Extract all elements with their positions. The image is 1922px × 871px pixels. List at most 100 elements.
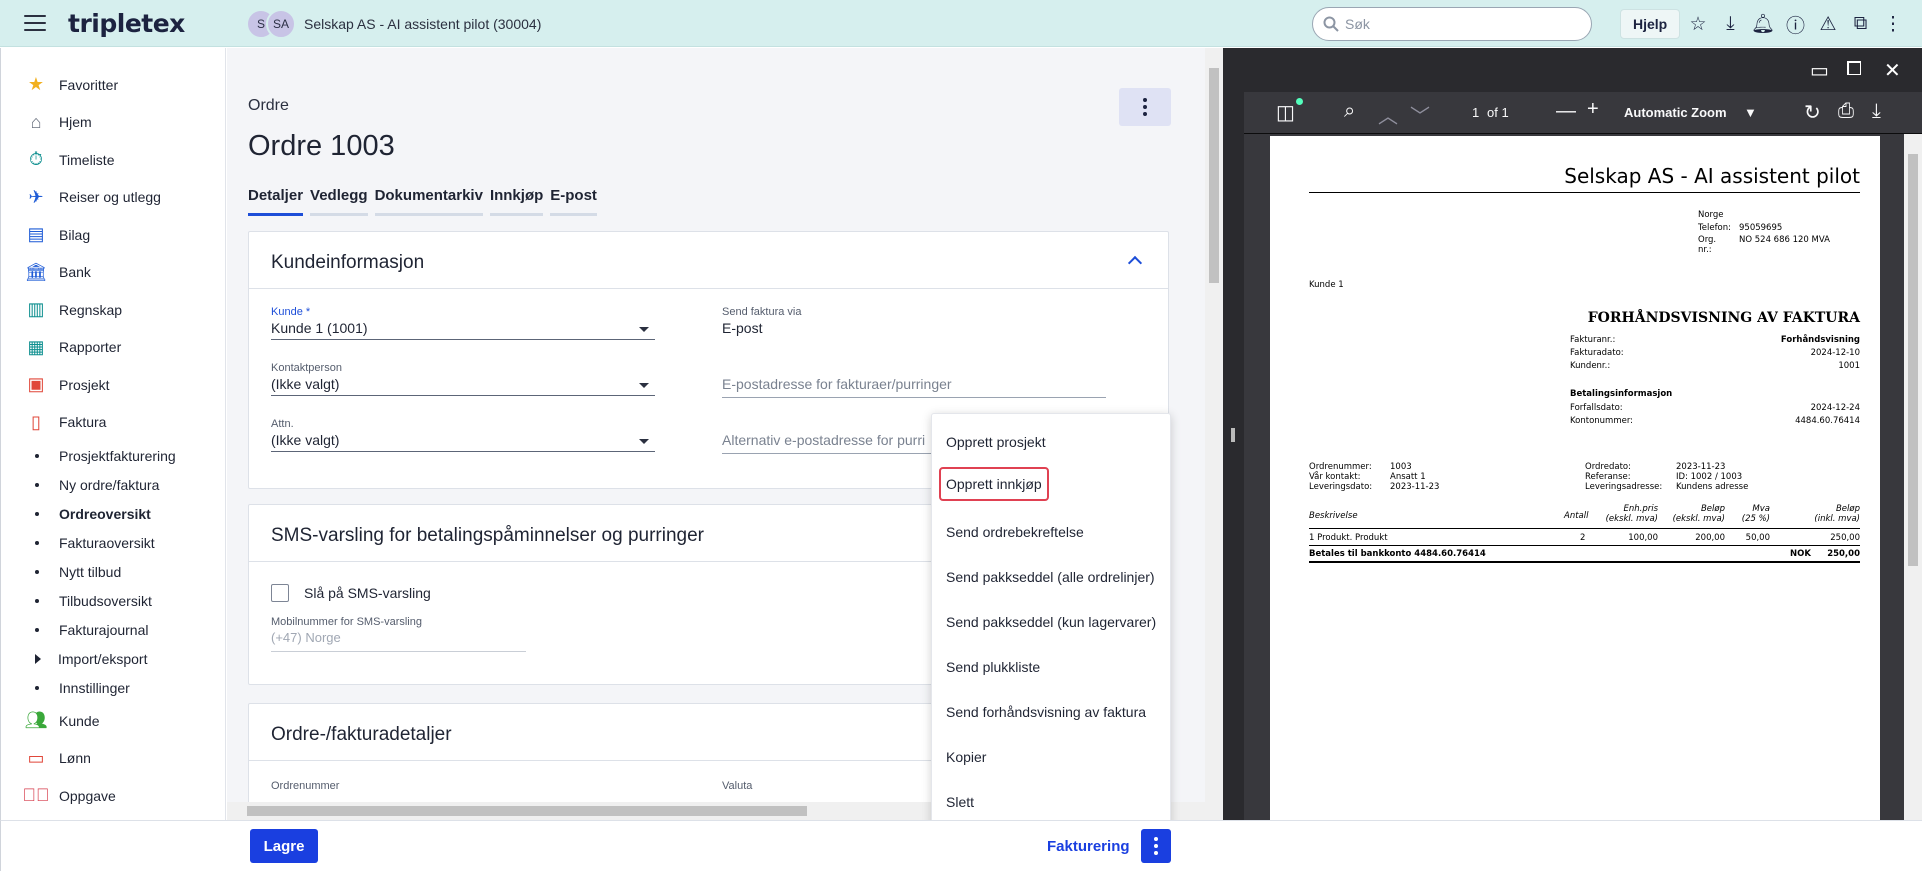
sidebar-subitem-ny-ordre[interactable]: Ny ordre/faktura bbox=[1, 470, 225, 499]
chevron-down-icon[interactable]: ﹀ bbox=[1410, 100, 1430, 129]
minimize-pane-icon[interactable]: ▭ bbox=[1810, 58, 1829, 83]
sidebar-item-label: Faktura bbox=[59, 414, 107, 431]
sidebar-subitem-ordreoversikt[interactable]: Ordreoversikt bbox=[1, 499, 225, 528]
sidebar-item-label: Fakturajournal bbox=[59, 621, 149, 638]
zoom-out-icon[interactable]: — bbox=[1556, 100, 1576, 123]
sidebar-subitem-import-eksport[interactable]: Import/eksport bbox=[1, 644, 225, 673]
menu-item-send-forhandsvisning[interactable]: Send forhåndsvisning av faktura bbox=[946, 704, 1146, 720]
sms-checkbox[interactable] bbox=[271, 584, 289, 602]
menu-item-opprett-innkjop[interactable]: Opprett innkjøp bbox=[939, 467, 1049, 501]
alt-email-field[interactable]: Alternativ e-postadresse for purri bbox=[722, 432, 962, 454]
actions-more-button[interactable] bbox=[1119, 88, 1171, 126]
search-box[interactable] bbox=[1312, 7, 1592, 41]
email-field[interactable]: E-postadresse for fakturaer/purringer bbox=[722, 376, 1106, 398]
page-number-input[interactable]: 1 bbox=[1472, 105, 1479, 120]
tab-innkjop[interactable]: Innkjøp bbox=[489, 187, 544, 216]
sidebar-subitem-prosjektfakturering[interactable]: Prosjektfakturering bbox=[1, 441, 225, 470]
doc-total-currency: NOK bbox=[1790, 549, 1811, 559]
maximize-pane-icon[interactable]: ⧠ bbox=[1846, 58, 1862, 81]
close-icon[interactable]: ✕ bbox=[1884, 58, 1901, 83]
tab-dokumentarkiv[interactable]: Dokumentarkiv bbox=[374, 187, 483, 216]
sidebar-subitem-fakturajournal[interactable]: Fakturajournal bbox=[1, 615, 225, 644]
tab-vedlegg[interactable]: Vedlegg bbox=[310, 187, 368, 216]
external-link-icon[interactable]: ⧉ bbox=[1849, 12, 1873, 36]
sidebar-item-timeliste[interactable]: ⏱ Timeliste bbox=[1, 141, 225, 179]
download-icon[interactable]: ⤓ bbox=[1719, 12, 1743, 36]
chevron-up-icon[interactable] bbox=[1127, 255, 1143, 271]
more-vertical-icon bbox=[1143, 98, 1147, 116]
menu-item-send-ordrebekreftelse[interactable]: Send ordrebekreftelse bbox=[946, 524, 1084, 540]
more-vertical-icon[interactable]: ⋮ bbox=[1881, 12, 1905, 36]
invoicing-more-button[interactable] bbox=[1141, 829, 1171, 863]
sidebar-item-regnskap[interactable]: ▥ Regnskap bbox=[1, 291, 225, 329]
vertical-scrollbar[interactable] bbox=[1205, 48, 1223, 802]
app-logo[interactable]: tripletex bbox=[68, 9, 185, 38]
menu-item-slett[interactable]: Slett bbox=[946, 794, 974, 810]
sidebar-subitem-innstillinger[interactable]: Innstillinger bbox=[1, 673, 225, 702]
menu-item-send-pakkseddel-lager[interactable]: Send pakkseddel (kun lagervarer) bbox=[946, 614, 1156, 630]
invoicing-button[interactable]: Fakturering bbox=[1047, 838, 1130, 855]
sidebar-item-reiser[interactable]: ✈ Reiser og utlegg bbox=[1, 179, 225, 217]
menu-item-send-pakkseddel-alle[interactable]: Send pakkseddel (alle ordrelinjer) bbox=[946, 569, 1155, 585]
zoom-in-icon[interactable]: + bbox=[1587, 98, 1599, 121]
table-header: (inkl. mva) bbox=[1814, 514, 1860, 524]
search-input[interactable] bbox=[1345, 16, 1575, 32]
checkbox-label[interactable]: Slå på SMS-varsling bbox=[304, 585, 431, 601]
sidebar-item-lonn[interactable]: ▭ Lønn bbox=[1, 740, 225, 778]
pane-splitter[interactable] bbox=[1223, 48, 1244, 820]
chevron-up-icon[interactable]: ︿ bbox=[1378, 100, 1398, 129]
sidebar-item-bank[interactable]: 🏛︎ Bank bbox=[1, 254, 225, 292]
sidebar-subitem-tilbudsoversikt[interactable]: Tilbudsoversikt bbox=[1, 586, 225, 615]
table-cell: 50,00 bbox=[1745, 533, 1770, 543]
menu-item-kopier[interactable]: Kopier bbox=[946, 749, 986, 765]
warning-icon[interactable]: ⚠︎ bbox=[1816, 12, 1840, 36]
field-label: Valuta bbox=[722, 780, 753, 792]
book-icon: ▥ bbox=[27, 299, 45, 320]
print-icon[interactable]: ⎙ bbox=[1838, 100, 1854, 123]
alert-circle-icon[interactable]: ⓘ bbox=[1784, 12, 1808, 37]
save-pdf-icon[interactable]: ⤓ bbox=[1872, 100, 1881, 123]
sidebar-item-kunde[interactable]: 👥︎ Kunde bbox=[1, 702, 225, 740]
bell-icon[interactable]: 🔔︎ bbox=[1751, 12, 1775, 36]
menu-icon[interactable] bbox=[24, 15, 46, 31]
table-header: Beløp bbox=[1700, 504, 1725, 514]
sidebar-item-label: Prosjektfakturering bbox=[59, 447, 176, 464]
mobile-input[interactable]: (+47) Norge bbox=[271, 630, 526, 652]
sidebar-item-oppgave[interactable]: ✓⃝ Oppgave bbox=[1, 777, 225, 815]
search-icon[interactable]: ⌕ bbox=[1344, 100, 1355, 123]
rotate-icon[interactable]: ↻ bbox=[1804, 100, 1821, 125]
sidebar-subitem-fakturaoversikt[interactable]: Fakturaoversikt bbox=[1, 528, 225, 557]
doc-label: Fakturadato: bbox=[1570, 348, 1624, 358]
sidebar-item-prosjekt[interactable]: ▣ Prosjekt bbox=[1, 366, 225, 404]
doc-heading: FORHÅNDSVISNING AV FAKTURA bbox=[1587, 310, 1860, 326]
pdf-scrollbar[interactable] bbox=[1904, 134, 1922, 820]
menu-item-send-plukkliste[interactable]: Send plukkliste bbox=[946, 659, 1040, 675]
sidebar-item-rapporter[interactable]: ▦ Rapporter bbox=[1, 329, 225, 367]
star-icon[interactable]: ☆ bbox=[1686, 12, 1710, 36]
company-switcher[interactable]: S SA Selskap AS - AI assistent pilot (30… bbox=[246, 9, 541, 39]
page-title: Ordre 1003 bbox=[248, 130, 395, 162]
sidebar-subitem-nytt-tilbud[interactable]: Nytt tilbud bbox=[1, 557, 225, 586]
card-title[interactable]: Kundeinformasjon bbox=[249, 232, 1168, 289]
sidebar-item-bilag[interactable]: ▤ Bilag bbox=[1, 216, 225, 254]
attn-select[interactable]: (Ikke valgt) bbox=[271, 432, 655, 452]
help-button[interactable]: Hjelp bbox=[1620, 9, 1681, 39]
tab-epost[interactable]: E-post bbox=[550, 187, 597, 216]
customer-field[interactable]: Kunde * Kunde 1 (1001) bbox=[271, 306, 655, 340]
doc-value: 2023-11-23 bbox=[1390, 482, 1440, 492]
bottom-action-bar: Lagre Fakturering bbox=[0, 820, 1922, 871]
contact-select[interactable]: (Ikke valgt) bbox=[271, 376, 655, 396]
contact-field[interactable]: Kontaktperson (Ikke valgt) bbox=[271, 362, 655, 396]
sidebar-item-favoritter[interactable]: ★ Favoritter bbox=[1, 66, 225, 104]
sidebar-toggle-icon[interactable]: ◫ bbox=[1276, 100, 1295, 125]
menu-item-opprett-prosjekt[interactable]: Opprett prosjekt bbox=[946, 434, 1046, 450]
sidebar-item-hjem[interactable]: ⌂ Hjem bbox=[1, 104, 225, 142]
zoom-select[interactable]: Automatic Zoom bbox=[1624, 105, 1727, 120]
sidebar-item-faktura[interactable]: ▯ Faktura bbox=[1, 404, 225, 442]
attn-field[interactable]: Attn. (Ikke valgt) bbox=[271, 418, 655, 452]
breadcrumb[interactable]: Ordre bbox=[248, 97, 289, 115]
save-button[interactable]: Lagre bbox=[250, 829, 318, 863]
tab-detaljer[interactable]: Detaljer bbox=[248, 187, 304, 216]
customer-select[interactable]: Kunde 1 (1001) bbox=[271, 320, 655, 340]
doc-subheading: Betalingsinformasjon bbox=[1570, 389, 1673, 399]
